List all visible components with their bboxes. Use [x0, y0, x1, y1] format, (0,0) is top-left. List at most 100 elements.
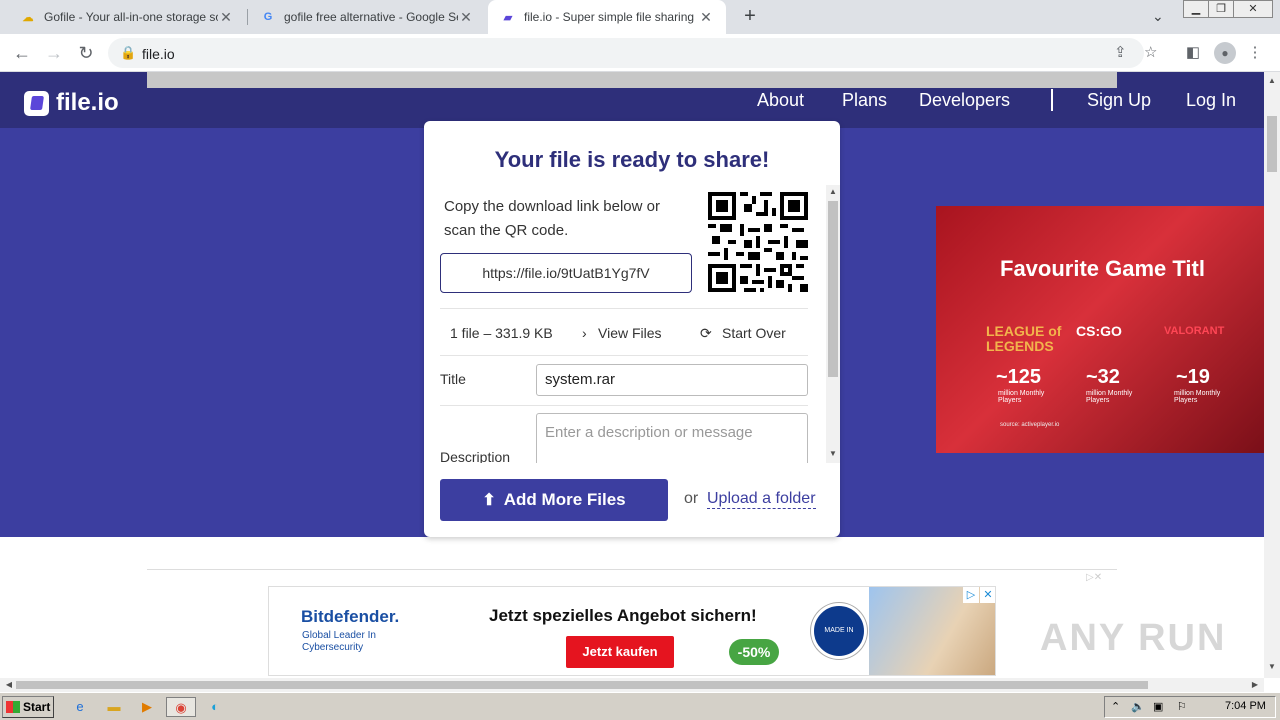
ad-cta-button[interactable]: Jetzt kaufen [566, 636, 674, 668]
reload-button[interactable]: ↻ [74, 41, 98, 65]
restore-button[interactable]: ❐ [1208, 0, 1234, 18]
close-icon[interactable]: ✕ [218, 9, 234, 26]
page-horizontal-scrollbar[interactable]: ◀ ▶ [0, 678, 1264, 692]
scroll-left-icon[interactable]: ◀ [2, 678, 16, 692]
ad-tagline: Global Leader In Cybersecurity [302, 630, 376, 653]
clock[interactable]: 7:04 PM [1225, 700, 1266, 712]
gofile-icon: ☁ [22, 11, 34, 24]
start-button[interactable]: Start [2, 696, 54, 718]
scroll-down-icon[interactable]: ▼ [826, 449, 840, 458]
close-icon[interactable]: ✕ [458, 9, 474, 26]
tray-expand-icon[interactable]: ⌃ [1111, 700, 1120, 713]
game-stats-ad[interactable]: Favourite Game Titl LEAGUE of LEGENDS CS… [936, 206, 1264, 453]
tab-strip: ☁ Gofile - Your all-in-one storage solut… [0, 0, 1280, 34]
tab-google-search[interactable]: G gofile free alternative - Google Searc… [248, 0, 486, 34]
scroll-up-icon[interactable]: ▲ [1264, 76, 1280, 85]
divider [440, 405, 808, 406]
ad-banner-top [147, 72, 1117, 88]
side-panel-icon[interactable]: ◧ [1182, 43, 1204, 65]
lock-icon[interactable]: 🔒 [120, 45, 136, 61]
url-text[interactable]: file.io [142, 46, 175, 62]
system-tray: ⌃ 🔈 ▣ ⚐ 7:04 PM [1104, 696, 1276, 718]
site-logo[interactable]: file.io [24, 89, 119, 117]
tab-gofile[interactable]: ☁ Gofile - Your all-in-one storage solut… [8, 0, 246, 34]
forward-button[interactable]: → [42, 41, 66, 65]
player-count: ~32 [1086, 366, 1120, 388]
upload-folder-link[interactable]: Upload a folder [707, 490, 816, 509]
player-count: ~125 [996, 366, 1042, 388]
game-name: CS:GO [1076, 323, 1122, 339]
anyrun-watermark: ANY RUN [1040, 617, 1227, 659]
adchoices-icon[interactable]: ▷✕ [1086, 572, 1102, 583]
upload-icon: ⬆ [482, 492, 496, 509]
scrollbar-thumb[interactable] [1267, 116, 1277, 172]
bitdefender-ad[interactable]: Bitdefender. Global Leader In Cybersecur… [268, 586, 996, 676]
nav-about[interactable]: About [757, 90, 804, 111]
adchoices-icon[interactable]: ▷ [963, 587, 979, 603]
ie-icon[interactable]: e [68, 697, 92, 717]
title-input[interactable]: system.rar [536, 364, 808, 396]
nav-plans[interactable]: Plans [842, 90, 887, 111]
view-files-link[interactable]: View Files [598, 325, 662, 341]
window-close-button[interactable]: ✕ [1233, 0, 1273, 18]
description-textarea[interactable]: Enter a description or message [536, 413, 808, 463]
add-more-files-button[interactable]: ⬆ Add More Files [440, 479, 668, 521]
nav-sign-up[interactable]: Sign Up [1087, 90, 1151, 111]
nav-developers[interactable]: Developers [919, 90, 1010, 111]
card-title: Your file is ready to share! [494, 147, 770, 172]
qr-code [708, 192, 808, 292]
player-count-caption: million Monthly Players [1174, 390, 1221, 404]
page-viewport: file.io About Plans Developers Sign Up L… [0, 72, 1264, 678]
game-name: LEAGUE of LEGENDS [986, 323, 1062, 354]
card-scrollbar[interactable]: ▲ ▼ [826, 185, 840, 463]
player-count: ~19 [1176, 366, 1210, 388]
nav-log-in[interactable]: Log In [1186, 90, 1236, 111]
chevron-down-icon[interactable]: ⌄ [1152, 8, 1164, 25]
edge-icon[interactable]: ◐ [203, 697, 227, 717]
chrome-icon[interactable]: ◉ [166, 697, 196, 717]
scroll-up-icon[interactable]: ▲ [826, 187, 840, 196]
flag-icon[interactable]: ⚐ [1177, 700, 1187, 713]
divider [147, 569, 1117, 570]
back-button[interactable]: ← [10, 41, 34, 65]
new-tab-button[interactable]: + [738, 5, 762, 29]
scrollbar-thumb[interactable] [16, 681, 1148, 689]
fileio-icon: ▰ [503, 11, 513, 24]
scroll-right-icon[interactable]: ▶ [1248, 678, 1262, 692]
bookmark-star-icon[interactable]: ☆ [1144, 43, 1157, 61]
menu-kebab-icon[interactable]: ⋮ [1244, 43, 1266, 65]
nav-divider [1051, 89, 1053, 111]
volume-icon[interactable]: 🔈 [1131, 700, 1145, 713]
share-icon[interactable]: ⇪ [1114, 43, 1127, 61]
scroll-down-icon[interactable]: ▼ [1264, 662, 1280, 671]
ad-close-icon[interactable]: ✕ [980, 587, 995, 603]
close-icon[interactable]: ✕ [698, 9, 714, 26]
windows-logo-icon [6, 701, 20, 713]
tab-fileio[interactable]: ▰ file.io - Super simple file sharing ✕ [488, 0, 726, 34]
made-in-europe-badge: MADE IN EUROPE [811, 603, 867, 659]
page-vertical-scrollbar[interactable]: ▲ ▼ [1264, 72, 1280, 678]
scrollbar-thumb[interactable] [828, 201, 838, 377]
profile-avatar[interactable]: ● [1214, 42, 1236, 64]
tab-title: file.io - Super simple file sharing [524, 10, 695, 24]
or-text: or [684, 490, 699, 507]
start-over-link[interactable]: Start Over [722, 325, 786, 341]
ad-brand: Bitdefender. [301, 607, 400, 626]
ad-headline: Jetzt spezielles Angebot sichern! [489, 606, 757, 625]
tab-title: gofile free alternative - Google Search [284, 10, 458, 24]
network-icon[interactable]: ▣ [1153, 700, 1163, 713]
refresh-icon[interactable]: ⟳ [700, 325, 712, 342]
share-card: Your file is ready to share! Copy the do… [424, 121, 840, 537]
folder-icon[interactable]: ▬ [102, 697, 126, 717]
player-count-caption: million Monthly Players [998, 390, 1045, 404]
media-player-icon[interactable]: ▶ [135, 697, 159, 717]
chevron-right-icon[interactable]: › [582, 325, 587, 341]
file-count-size: 1 file – 331.9 KB [450, 325, 553, 341]
address-bar[interactable]: 🔒 file.io ⇪ ☆ [108, 38, 1157, 68]
player-count-caption: million Monthly Players [1086, 390, 1133, 404]
discount-badge: -50% [729, 639, 779, 665]
description-label: Description [440, 449, 511, 463]
start-label: Start [23, 700, 51, 714]
minimize-button[interactable]: ▁ [1183, 0, 1209, 18]
download-link-field[interactable]: https://file.io/9tUatB1Yg7fV [440, 253, 692, 293]
